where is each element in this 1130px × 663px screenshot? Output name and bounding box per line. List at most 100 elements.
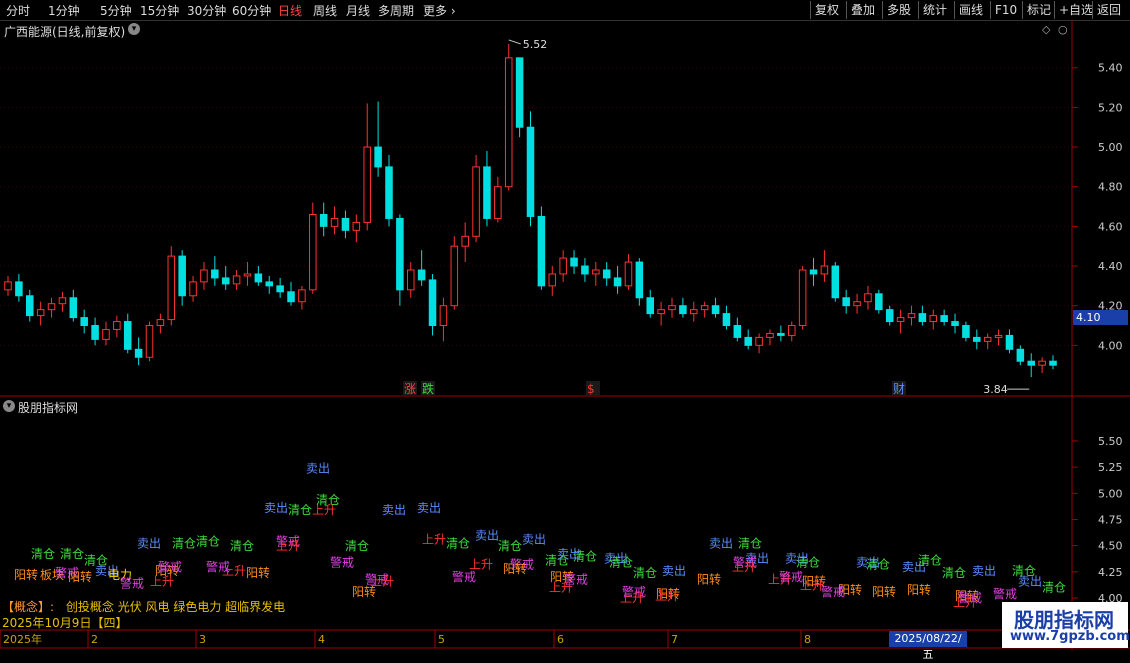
- event-marker: 跌: [422, 381, 434, 396]
- y-tick-label: 5.50: [1098, 435, 1123, 448]
- candle-body: [145, 325, 154, 358]
- indicator-title: 股朋指标网: [18, 401, 79, 415]
- candle-body: [613, 277, 622, 287]
- current-price-tag: 4.10: [1073, 310, 1128, 325]
- candle-body: [494, 186, 502, 219]
- signal-label: 卖出: [137, 537, 161, 551]
- candle-body: [951, 321, 959, 327]
- candle-body: [787, 325, 796, 336]
- candle-body: [341, 217, 350, 231]
- candle-body: [983, 336, 992, 342]
- signal-label: 上升: [953, 595, 977, 609]
- signal-label: 清仓: [738, 537, 762, 551]
- diamond-icon[interactable]: ◇: [1042, 23, 1050, 36]
- signal-label: 清仓: [60, 547, 84, 561]
- candle-body: [798, 269, 807, 327]
- signal-label: 清仓: [1042, 581, 1066, 595]
- candle-body: [570, 257, 578, 267]
- candle-body: [352, 221, 361, 231]
- event-marker: 涨: [404, 381, 416, 396]
- candle-body: [36, 309, 45, 317]
- candle-body: [80, 317, 88, 327]
- candle-body: [853, 301, 861, 307]
- signal-label: 清仓: [796, 556, 820, 570]
- signal-label: 卖出: [264, 501, 288, 515]
- candle-body: [700, 305, 709, 311]
- candle-body: [973, 336, 981, 342]
- candle-body: [319, 213, 328, 227]
- signal-label: 清仓: [230, 539, 254, 553]
- candle-body: [755, 336, 763, 346]
- y-tick-label: 5.00: [1098, 141, 1123, 154]
- candle-body: [134, 348, 143, 358]
- candle-body: [526, 126, 535, 217]
- candle-body: [330, 217, 339, 227]
- signal-label: 上升: [150, 574, 174, 588]
- signal-label: 清仓: [609, 556, 633, 570]
- candle-body: [809, 269, 818, 275]
- candle-body: [875, 293, 883, 311]
- candle-body: [298, 289, 306, 303]
- candle-body: [711, 305, 720, 315]
- candle-body: [309, 213, 317, 291]
- signal-label: 警戒: [158, 559, 182, 574]
- candle-body: [276, 285, 284, 293]
- signal-label: 卖出: [972, 564, 996, 578]
- chevron-down-icon[interactable]: ▾: [128, 23, 140, 35]
- signal-label: 清仓: [573, 549, 597, 563]
- candle-body: [428, 279, 437, 327]
- y-tick-label: 4.50: [1098, 540, 1123, 553]
- signal-label: 卖出: [475, 528, 499, 542]
- concept-info: 【概念】: 创投概念 光伏 风电 绿色电力 超临界发电: [2, 598, 285, 615]
- candle-body: [178, 255, 186, 297]
- candle-body: [156, 319, 165, 327]
- signal-label: 上升: [276, 539, 300, 553]
- candle-body: [885, 309, 894, 323]
- candle-body: [91, 325, 99, 340]
- candle-body: [374, 146, 382, 168]
- candle-body: [777, 332, 785, 336]
- candle-body: [483, 166, 491, 219]
- candle-body: [200, 269, 208, 283]
- signal-label: 清仓: [31, 547, 55, 561]
- signal-label: 上升: [732, 560, 756, 574]
- candle-body: [907, 313, 916, 319]
- candle-body: [646, 297, 655, 315]
- candle-body: [918, 313, 927, 323]
- signal-label: 清仓: [196, 535, 220, 549]
- candle-body: [657, 309, 665, 315]
- candle-body: [940, 315, 948, 323]
- candle-body: [624, 261, 633, 287]
- y-tick-label: 4.75: [1098, 513, 1123, 526]
- circle-icon[interactable]: ○: [1058, 23, 1068, 36]
- signal-label: 阳转: [907, 582, 931, 597]
- candle-body: [1049, 360, 1057, 366]
- candle-body: [831, 265, 840, 299]
- concept-text: 创投概念 光伏 风电 绿色电力 超临界发电: [65, 600, 286, 614]
- y-tick-label: 4.80: [1098, 181, 1123, 194]
- candle-body: [461, 235, 469, 247]
- candle-body: [504, 57, 513, 188]
- chevron-down-icon[interactable]: ▾: [3, 400, 15, 412]
- signal-label: 清仓: [172, 537, 196, 551]
- signal-label: 卖出: [382, 503, 406, 517]
- candle-body: [733, 325, 742, 338]
- candle-body: [515, 57, 524, 128]
- event-marker: $: [587, 382, 595, 396]
- signal-label: 阳转: [68, 569, 92, 584]
- candle-body: [15, 281, 23, 297]
- kline-chart[interactable]: 5.405.205.004.804.604.404.204.00 5.523.8…: [0, 0, 1130, 650]
- candle-body: [385, 166, 393, 219]
- candle-body: [1005, 334, 1014, 350]
- candle-body: [189, 281, 197, 297]
- signal-label: 卖出: [1018, 574, 1042, 588]
- time-label: 5: [438, 633, 445, 646]
- candle-body: [472, 166, 480, 237]
- candle-body: [994, 334, 1003, 338]
- date-info: 2025年10月9日【四】: [2, 616, 128, 630]
- signal-label: 上升: [469, 558, 493, 572]
- signal-label: 卖出: [522, 533, 546, 547]
- candle-body: [254, 273, 263, 283]
- y-tick-label: 4.60: [1098, 220, 1123, 233]
- signal-label: 上升: [549, 581, 573, 595]
